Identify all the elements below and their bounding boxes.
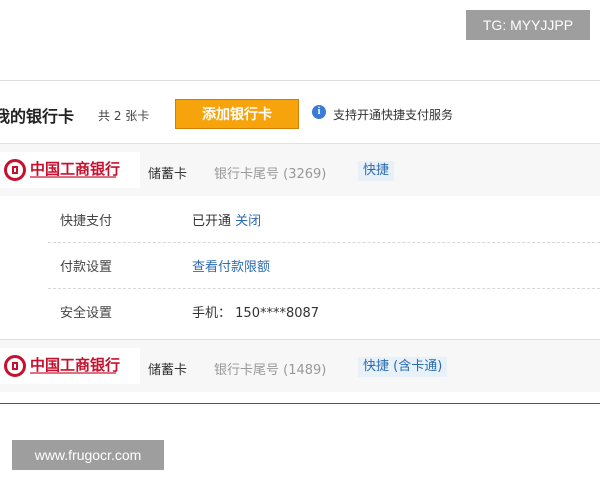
detail-label: 安全设置 [60, 306, 113, 321]
site-watermark: www.frugocr.com [12, 440, 164, 470]
panel-header: 我的银行卡 共 2 张卡 添加银行卡 i 支持开通快捷支付服务 [0, 81, 600, 144]
quick-pay-tag[interactable]: 快捷 (含卡通) [358, 357, 448, 377]
phone-number: 150****8087 [235, 306, 320, 321]
tg-watermark: TG: MYYJJPP [466, 10, 590, 40]
detail-value: 已开通 关闭 [192, 210, 261, 229]
bank-card-row[interactable]: 中国工商银行 储蓄卡 银行卡尾号 (3269) 快捷 [0, 144, 600, 196]
icbc-emblem-icon [4, 355, 26, 377]
icbc-logo: 中国工商银行 [0, 152, 140, 188]
support-text: 支持开通快捷支付服务 [333, 108, 454, 122]
icbc-logo: 中国工商银行 [0, 348, 140, 384]
card-count: 共 2 张卡 [98, 109, 150, 123]
detail-row-security: 安全设置 手机： 150****8087 [48, 288, 600, 334]
detail-row-payment: 付款设置 查看付款限额 [48, 242, 600, 289]
page-title: 我的银行卡 [0, 107, 75, 126]
icbc-emblem-icon [4, 159, 26, 181]
bank-card-panel: 我的银行卡 共 2 张卡 添加银行卡 i 支持开通快捷支付服务 中国工商银行 储… [0, 80, 600, 404]
detail-label: 快捷支付 [60, 214, 113, 229]
view-payment-limit-link[interactable]: 查看付款限额 [192, 256, 270, 275]
logo-underline [30, 176, 116, 178]
quick-pay-tag[interactable]: 快捷 [358, 161, 395, 181]
logo-underline [30, 372, 116, 374]
card-tail-number: 银行卡尾号 (1489) [214, 363, 327, 378]
quick-pay-status: 已开通 [192, 214, 232, 229]
card-type: 储蓄卡 [148, 363, 188, 378]
close-quick-pay-link[interactable]: 关闭 [235, 214, 261, 229]
card-type: 储蓄卡 [148, 167, 188, 182]
bank-card-row[interactable]: 中国工商银行 储蓄卡 银行卡尾号 (1489) 快捷 (含卡通) [0, 339, 600, 392]
detail-value: 手机： 150****8087 [192, 302, 319, 321]
detail-row-quick-pay: 快捷支付 已开通 关闭 [48, 196, 600, 243]
phone-label: 手机： [192, 306, 232, 321]
info-icon: i [312, 105, 326, 119]
card-tail-number: 银行卡尾号 (3269) [214, 167, 327, 182]
add-bank-card-button[interactable]: 添加银行卡 [175, 99, 299, 129]
detail-label: 付款设置 [60, 260, 113, 275]
